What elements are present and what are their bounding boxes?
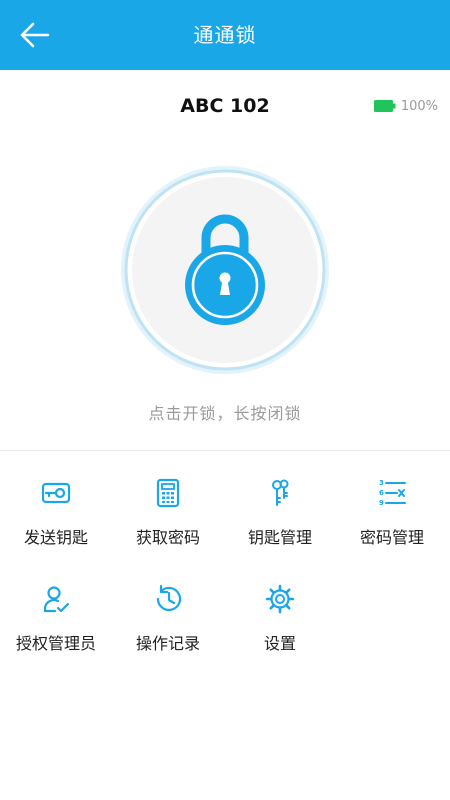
battery-icon: [373, 100, 396, 112]
menu-settings[interactable]: 设置: [224, 578, 336, 668]
menu-label: 授权管理员: [15, 634, 96, 653]
lock-area: [118, 163, 332, 377]
send-key-icon: [41, 482, 71, 504]
keys-icon: [272, 479, 289, 506]
battery-status: 100%: [373, 97, 438, 115]
gear-icon: [265, 584, 295, 614]
page-title: 通通锁: [193, 23, 257, 47]
menu-get-password[interactable]: 获取密码: [112, 472, 224, 562]
menu-label: 密码管理: [359, 528, 424, 547]
menu-password-management[interactable]: 3 6 9 密码管理: [336, 472, 448, 562]
app-header: 通通锁: [0, 0, 450, 70]
padlock-icon: [121, 166, 329, 374]
menu-authorize-admin[interactable]: 授权管理员: [0, 578, 112, 668]
menu-label: 操作记录: [135, 634, 200, 653]
battery-level: 100%: [400, 98, 438, 114]
calculator-icon: [156, 478, 180, 508]
menu-key-management[interactable]: 钥匙管理: [224, 472, 336, 562]
menu-send-key[interactable]: 发送钥匙: [0, 472, 112, 562]
svg-text:9: 9: [379, 499, 384, 507]
menu-label: 设置: [263, 634, 296, 653]
admin-user-icon: [43, 586, 70, 613]
history-icon: [156, 584, 182, 612]
menu-label: 钥匙管理: [247, 528, 312, 547]
menu-label: 获取密码: [135, 528, 200, 547]
unlock-button[interactable]: [118, 163, 332, 377]
svg-text:3: 3: [379, 479, 384, 487]
svg-text:6: 6: [379, 489, 384, 497]
divider: [0, 450, 450, 451]
password-list-icon: 3 6 9: [379, 479, 406, 507]
menu-label: 发送钥匙: [23, 528, 88, 547]
menu-operation-records[interactable]: 操作记录: [112, 578, 224, 668]
lock-hint: 点击开锁，长按闭锁: [148, 404, 302, 423]
